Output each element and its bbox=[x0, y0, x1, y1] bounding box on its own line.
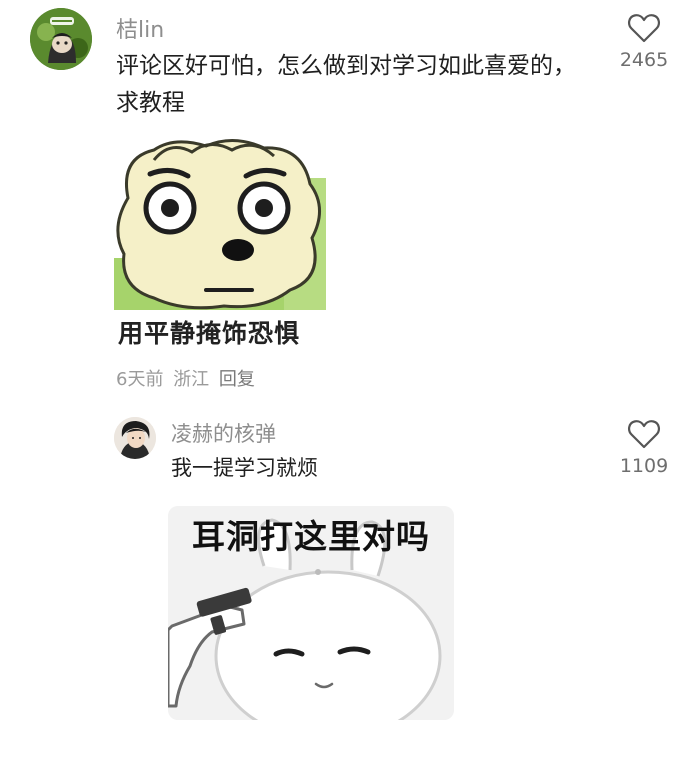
comment-meta: 6天前 浙江 回复 bbox=[116, 365, 259, 391]
person-avatar-icon bbox=[114, 417, 156, 459]
surprised-sheep-sticker-icon bbox=[114, 138, 326, 310]
reply-button[interactable]: 回复 bbox=[219, 369, 255, 390]
comment-text: 我一提学习就烦 bbox=[171, 456, 318, 480]
username[interactable]: 桔lin bbox=[116, 12, 164, 44]
comment-text: 评论区好可怕，怎么做到对学习如此喜爱的，求教程 bbox=[116, 53, 576, 116]
user-avatar[interactable] bbox=[30, 8, 92, 70]
sticker-caption: 用平静掩饰恐惧 bbox=[118, 319, 301, 348]
like-button[interactable]: 1109 bbox=[604, 419, 684, 477]
heart-outline-icon[interactable] bbox=[627, 419, 661, 449]
sticker-image[interactable] bbox=[114, 138, 326, 310]
green-cartoon-avatar-icon bbox=[30, 8, 92, 70]
comment-location: 浙江 bbox=[173, 369, 210, 390]
like-button[interactable]: 2465 bbox=[604, 13, 684, 71]
sticker-caption: 耳洞打这里对吗 bbox=[192, 517, 430, 556]
like-count: 1109 bbox=[619, 455, 669, 477]
like-count: 2465 bbox=[619, 49, 669, 71]
sticker-image[interactable]: 耳洞打这里对吗 bbox=[168, 506, 454, 720]
comment-time: 6天前 bbox=[116, 369, 164, 390]
user-avatar[interactable] bbox=[114, 417, 156, 459]
heart-outline-icon[interactable] bbox=[627, 13, 661, 43]
username[interactable]: 凌赫的核弹 bbox=[171, 418, 276, 448]
